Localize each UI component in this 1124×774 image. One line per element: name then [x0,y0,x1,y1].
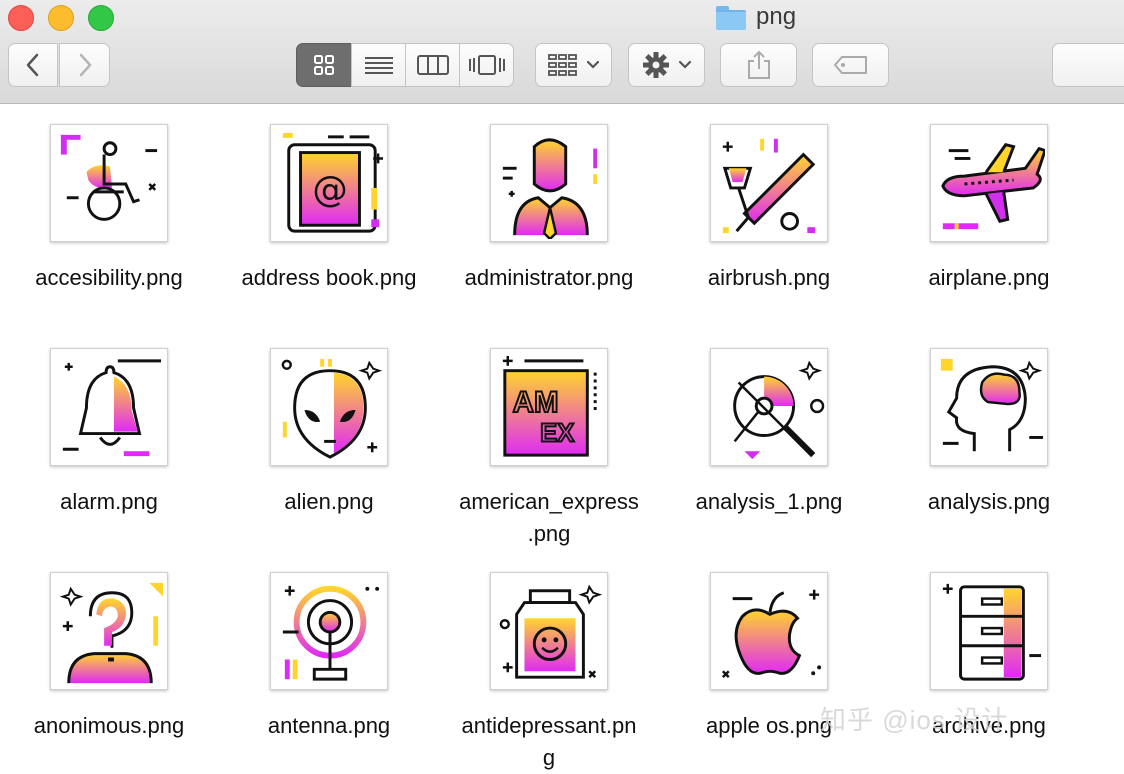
minimize-window-button[interactable] [48,5,74,31]
search-field[interactable] [1052,43,1124,87]
list-view-icon [364,57,393,74]
file-thumbnail[interactable] [490,572,608,690]
file-thumbnail[interactable]: @ [270,124,388,242]
folder-icon [716,6,746,30]
file-name-label[interactable]: analysis_1.png [654,486,884,518]
file-name-line: accesibility.png [35,265,183,290]
administrator-icon [502,138,598,239]
anonymous-person-icon [59,582,164,684]
file-thumbnail[interactable] [50,572,168,690]
zoom-window-button[interactable] [88,5,114,31]
file-name-line: administrator.png [464,265,634,290]
file-name-line: alarm.png [60,489,158,514]
antenna-icon [282,585,380,681]
file-thumbnail[interactable] [50,124,168,242]
file-thumbnail[interactable] [490,124,608,242]
file-name-label[interactable]: administrator.png [434,262,664,294]
action-button[interactable] [628,43,705,87]
arrange-button[interactable] [535,43,612,87]
magnifier-analysis-icon [733,360,825,460]
file-name-line: address book.png [241,265,417,290]
file-name-label[interactable]: analysis.png [874,486,1104,518]
pill-bottle-icon [499,584,603,679]
list-view-button[interactable] [351,43,406,87]
file-name-line-2: g [542,745,556,770]
head-brain-icon [940,358,1044,452]
file-thumbnail[interactable] [930,348,1048,466]
file-name-label[interactable]: anonimous.png [0,710,224,742]
file-name-label[interactable]: american_express .png [434,486,664,550]
share-button[interactable] [720,43,797,87]
file-thumbnail[interactable] [930,572,1048,690]
window-title-text: png [756,3,797,30]
file-name-label[interactable]: airbrush.png [654,262,884,294]
airplane-icon [941,143,1045,230]
cover-flow-button[interactable] [459,43,514,87]
gear-icon [642,52,669,78]
file-thumbnail[interactable] [930,124,1048,242]
file-name-line: anonimous.png [33,713,185,738]
window-title: png [716,2,796,32]
svg-text:EX: EX [540,419,574,447]
back-button[interactable] [8,43,58,87]
file-name-line: analysis.png [927,489,1051,514]
file-name-label[interactable]: accesibility.png [0,262,224,294]
finder-toolbar: png [0,0,1124,104]
file-name-label[interactable]: alarm.png [0,486,224,518]
file-name-line: airplane.png [928,265,1050,290]
chevron-left-icon [26,53,39,77]
column-view-icon [416,55,449,75]
file-name-label[interactable]: antidepressant.pn g [434,710,664,774]
file-thumbnail[interactable] [270,348,388,466]
archive-cabinet-icon [942,583,1042,681]
file-name-line: airbrush.png [707,265,831,290]
close-window-button[interactable] [8,5,34,31]
tag-icon [833,56,867,74]
file-name-line: analysis_1.png [695,489,843,514]
file-thumbnail[interactable] [710,348,828,466]
arrange-grid-icon [547,54,577,76]
file-name-label[interactable]: address book.png [214,262,444,294]
file-name-label[interactable]: antenna.png [214,710,444,742]
share-icon [747,50,770,79]
svg-text:@: @ [312,170,347,211]
file-name-line-2: .png [527,521,571,546]
chevron-right-icon [79,53,91,77]
file-name-line: american_express [459,489,639,514]
address-book-icon: @ [282,132,384,233]
wheelchair-icon [60,134,158,221]
file-thumbnail[interactable] [710,572,828,690]
file-thumbnail[interactable]: AM EX [490,348,608,466]
icon-view-icon [314,55,334,75]
file-name-label[interactable]: alien.png [214,486,444,518]
chevron-down-icon [678,60,691,69]
svg-text:AM: AM [513,386,559,419]
file-name-line: antidepressant.pn [461,713,637,738]
column-view-button[interactable] [405,43,460,87]
file-thumbnail[interactable] [710,124,828,242]
airbrush-icon [722,138,816,234]
file-name-line: alien.png [284,489,374,514]
chevron-down-icon [586,60,599,69]
apple-icon [721,589,822,679]
alien-icon [281,358,383,459]
file-name-label[interactable]: airplane.png [874,262,1104,294]
tags-button[interactable] [812,43,889,87]
file-thumbnail[interactable] [270,572,388,690]
cover-flow-icon [468,55,505,75]
icon-view-button[interactable] [296,43,352,87]
file-name-line: antenna.png [267,713,391,738]
watermark: 知乎 @ios 设计 [820,705,1009,735]
amex-icon: AM EX [502,355,597,457]
bell-icon [62,359,162,457]
file-thumbnail[interactable] [50,348,168,466]
forward-button[interactable] [59,43,110,87]
